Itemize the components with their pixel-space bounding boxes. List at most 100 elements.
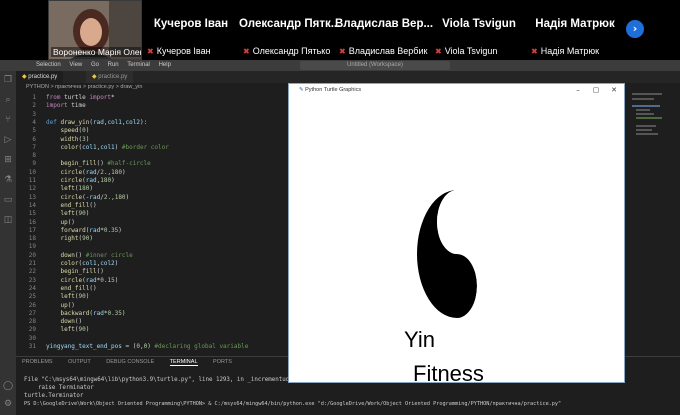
code-token: circle: [60, 276, 83, 284]
code-token: 90: [78, 326, 86, 334]
code-token: 2.: [103, 193, 112, 201]
minimize-icon[interactable]: –: [571, 84, 585, 97]
breadcrumb[interactable]: PYTHON > практична > practice.py > draw_…: [16, 84, 286, 93]
activity-bar: ❐ ⌕ ⑂ ▷ ⊞ ⚗ ▭ ◫ ◯ ⚙: [0, 71, 16, 415]
participant-tile[interactable]: Кучеров Іван ✖ Кучеров Іван: [143, 0, 239, 60]
code-token: 0.35: [103, 226, 119, 234]
participant-tile-main[interactable]: Вороненко Марія Олекса...: [48, 0, 142, 60]
code-token: rad: [85, 177, 97, 184]
testing-icon[interactable]: ⚗: [3, 175, 13, 185]
participant-tile[interactable]: Олександр Пятк... ✖ Олександр Пятько: [239, 0, 340, 60]
code-token: 90: [78, 293, 86, 301]
code-token: rad: [85, 276, 97, 284]
minimap[interactable]: [628, 93, 680, 353]
participant-tile[interactable]: Владислав Вер... ✖ Владислав Вербик: [335, 0, 433, 60]
video-call-strip: Вороненко Марія Олекса... Кучеров Іван ✖…: [0, 0, 680, 60]
yin-yang-white-dot: [450, 213, 464, 231]
account-icon[interactable]: ◯: [3, 381, 13, 391]
tab-practice-py[interactable]: ◆ practice.py: [16, 71, 64, 83]
yin-yang-black-dot: [450, 277, 464, 295]
code-token: ): [114, 276, 119, 284]
terminal-command-line[interactable]: PS D:\GoogleDrive\Work\Object Oriented P…: [24, 401, 561, 407]
code-token: (): [96, 160, 108, 168]
code-token: turtle: [64, 94, 90, 101]
code-token: = (: [121, 343, 137, 350]
turtle-graphics-window[interactable]: ✎ Python Turtle Graphics – ▢ ✕ Yin Fitne…: [288, 83, 625, 383]
participant-name-tag: ✖ Viola Tsvigun: [435, 46, 498, 56]
participant-name-tag: ✖ Кучеров Іван: [147, 46, 211, 56]
close-icon[interactable]: ✕: [607, 84, 621, 97]
terminal-line: File "C:\msys64\mingw64\lib\python3.9\tu…: [24, 377, 293, 383]
remote-icon[interactable]: ▭: [3, 195, 13, 205]
code-token: ): [89, 185, 93, 193]
code-token: draw_yin: [60, 118, 90, 126]
mic-muted-icon: ✖: [147, 47, 154, 56]
mic-muted-icon: ✖: [243, 47, 250, 56]
tab-problems[interactable]: PROBLEMS: [22, 359, 53, 365]
run-debug-icon[interactable]: ▷: [3, 135, 13, 145]
menu-item[interactable]: Run: [108, 62, 119, 68]
explorer-icon[interactable]: ❐: [3, 75, 13, 85]
code-token: left: [60, 210, 75, 218]
extensions-icon[interactable]: ⊞: [3, 155, 13, 165]
maximize-icon[interactable]: ▢: [589, 84, 603, 97]
yin-label: Yin: [404, 327, 435, 352]
chevron-right-icon[interactable]: ›: [626, 20, 644, 38]
code-token: color: [60, 260, 79, 267]
code-token: col1: [100, 143, 115, 151]
source-control-icon[interactable]: ⑂: [3, 115, 13, 125]
participant-tile[interactable]: Viola Tsvigun ✖ Viola Tsvigun: [431, 0, 527, 60]
code-token: up: [60, 218, 68, 226]
tab-debug-console[interactable]: DEBUG CONSOLE: [106, 359, 154, 365]
tab-practice-py[interactable]: ◆ practice.py: [86, 71, 134, 83]
docker-icon[interactable]: ◫: [3, 215, 13, 225]
gear-icon[interactable]: ⚙: [3, 399, 13, 409]
code-token: #declaring global variable: [154, 343, 249, 350]
menu-item[interactable]: Go: [91, 62, 99, 68]
terminal-line: raise Terminator: [24, 385, 94, 391]
code-token: col2: [125, 118, 140, 126]
code-token: ): [121, 309, 126, 317]
participant-tile[interactable]: Надія Матрюк ✖ Надія Матрюк: [527, 0, 623, 60]
code-token: #border color: [121, 143, 169, 151]
code-token: ): [114, 143, 122, 151]
code-token: ): [85, 135, 90, 143]
tab-terminal[interactable]: TERMINAL: [169, 359, 198, 366]
search-icon[interactable]: ⌕: [3, 95, 13, 105]
code-editor[interactable]: 1 from turtle import* 2 import time 3 4 def dr…: [16, 93, 288, 353]
participant-name-tag: ✖ Надія Матрюк: [531, 46, 600, 56]
code-token: color: [60, 143, 79, 151]
turtle-window-title: Python Turtle Graphics: [305, 87, 362, 93]
participant-name: Кучеров Іван: [153, 18, 229, 30]
participant-name-tag: ✖ Владислав Вербик: [339, 46, 428, 56]
code-token: time: [71, 102, 86, 110]
code-line[interactable]: 31 yingyang_text_end_pos = (0,0) #declari…: [16, 342, 249, 352]
code-token: begin_fill: [60, 268, 97, 276]
code-token: down: [60, 251, 75, 259]
command-center[interactable]: Untitled (Workspace): [300, 61, 450, 70]
code-token: *: [111, 94, 115, 101]
line-number: 31: [28, 343, 36, 350]
menu-item[interactable]: Selection: [36, 62, 61, 68]
code-token: ): [89, 235, 93, 243]
code-token: circle: [60, 168, 83, 176]
tab-output[interactable]: OUTPUT: [68, 359, 91, 365]
fitness-label: Fitness: [413, 361, 484, 382]
menu-item[interactable]: Help: [159, 62, 171, 68]
tab-ports[interactable]: PORTS: [213, 359, 232, 365]
code-token: ): [85, 326, 90, 334]
participant-name: Viola Tsvigun: [442, 18, 516, 30]
code-token: rad: [89, 193, 101, 201]
menu-item[interactable]: Terminal: [127, 62, 150, 68]
menu-item[interactable]: View: [69, 62, 82, 68]
